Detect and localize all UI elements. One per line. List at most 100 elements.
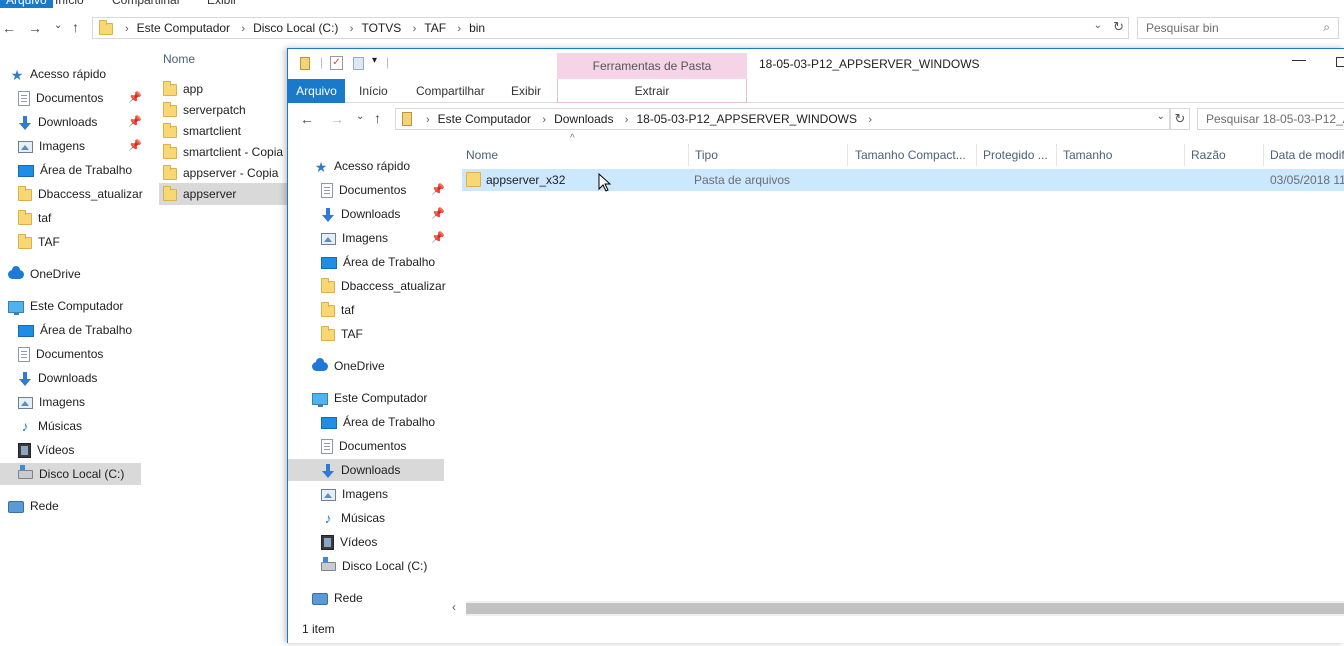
star-icon: ★ xyxy=(10,66,24,83)
nav-onedrive[interactable]: OneDrive xyxy=(312,355,385,377)
properties-icon[interactable]: ✓ xyxy=(330,56,343,70)
bg-file-item[interactable]: appserver - Copia xyxy=(163,162,278,184)
bg-file-item[interactable]: serverpatch xyxy=(163,99,246,121)
bg-file-item[interactable]: smartclient xyxy=(163,120,241,142)
nav-pc-documentos[interactable]: Documentos xyxy=(321,435,406,457)
bg-nav-pc-disk[interactable]: Disco Local (C:) xyxy=(0,463,141,485)
col-header-tamanho-compactado[interactable]: Tamanho Compact... xyxy=(855,144,975,166)
bg-nav-documentos[interactable]: Documentos 📌 xyxy=(18,87,142,109)
refresh-icon[interactable]: ↻ xyxy=(1113,19,1124,35)
tab-extrair[interactable]: Extrair xyxy=(557,79,747,103)
tab-exibir[interactable]: Exibir xyxy=(511,79,541,103)
minimize-icon[interactable]: — xyxy=(1292,51,1306,67)
nav-pc-disk[interactable]: Disco Local (C:) xyxy=(321,555,427,577)
drive-icon xyxy=(18,465,33,480)
nav-pc-musicas[interactable]: ♪ Músicas xyxy=(321,507,386,529)
nav-network[interactable]: Rede xyxy=(312,587,363,609)
desktop-icon xyxy=(18,324,34,337)
crumb[interactable]: Este Computador xyxy=(137,21,230,35)
col-header-razao[interactable]: Razão xyxy=(1191,144,1261,166)
crumb[interactable]: 18-05-03-P12_APPSERVER_WINDOWS xyxy=(636,112,857,126)
nav-area-trabalho[interactable]: Área de Trabalho xyxy=(321,251,435,273)
bg-nav-pc-videos[interactable]: Vídeos xyxy=(18,439,74,461)
new-folder-icon[interactable] xyxy=(353,57,364,70)
crumb[interactable]: bin xyxy=(469,21,485,35)
bg-search-input[interactable]: Pesquisar bin ⌕ xyxy=(1137,17,1339,39)
bg-nav-downloads[interactable]: Downloads 📌 xyxy=(18,111,142,133)
search-input[interactable]: Pesquisar 18-05-03-P12_AP xyxy=(1197,108,1344,130)
nav-pc-imagens[interactable]: Imagens xyxy=(321,483,388,505)
bg-file-item[interactable]: app xyxy=(163,78,203,100)
folder-icon xyxy=(18,209,32,225)
up-icon[interactable]: ↑ xyxy=(374,110,381,126)
bg-nav-pc-downloads[interactable]: Downloads xyxy=(18,367,97,389)
desktop-icon xyxy=(321,416,337,429)
bg-nav-pc-musicas[interactable]: ♪ Músicas xyxy=(18,415,83,437)
col-header-tipo[interactable]: Tipo xyxy=(695,144,845,166)
bg-forward-icon[interactable]: → xyxy=(28,20,42,36)
bg-nav-taf-upper[interactable]: TAF xyxy=(18,231,60,253)
bg-recent-icon[interactable]: ⌄ xyxy=(54,20,62,31)
bg-nav-taf-lower[interactable]: taf xyxy=(18,207,51,229)
chevron-down-icon[interactable]: ▾ xyxy=(372,55,377,66)
bg-nav-quick-access[interactable]: ★ Acesso rápido xyxy=(10,63,106,85)
crumb[interactable]: Downloads xyxy=(554,112,613,126)
nav-pc-downloads[interactable]: Downloads xyxy=(288,459,444,481)
bg-nav-imagens[interactable]: Imagens 📌 xyxy=(18,135,142,157)
col-header-nome[interactable]: Nome xyxy=(466,144,686,166)
bg-col-name[interactable]: Nome xyxy=(163,52,195,66)
crumb[interactable]: Disco Local (C:) xyxy=(253,21,338,35)
forward-icon[interactable]: → xyxy=(330,111,344,127)
bg-nav-dbaccess[interactable]: Dbaccess_atualizar xyxy=(18,183,143,205)
bg-up-icon[interactable]: ↑ xyxy=(72,19,79,35)
download-icon xyxy=(18,371,32,386)
nav-quick-access[interactable]: ★ Acesso rápido xyxy=(314,155,410,177)
crumb[interactable]: TOTVS xyxy=(361,21,401,35)
crumb[interactable]: TAF xyxy=(424,21,446,35)
bg-nav-pc-imagens[interactable]: Imagens xyxy=(18,391,85,413)
tab-arquivo[interactable]: Arquivo xyxy=(288,79,345,103)
col-header-protegido[interactable]: Protegido ... xyxy=(983,144,1055,166)
recent-icon[interactable]: ⌄ xyxy=(356,111,364,122)
refresh-icon[interactable]: ↻ xyxy=(1170,108,1190,130)
nav-taf-upper[interactable]: TAF xyxy=(321,323,363,345)
nav-dbaccess[interactable]: Dbaccess_atualizar xyxy=(321,275,446,297)
tab-inicio[interactable]: Início xyxy=(359,79,388,103)
bg-tab-compartilhar[interactable]: Compartilhar xyxy=(112,0,181,8)
bg-nav-network[interactable]: Rede xyxy=(8,495,59,517)
bg-nav-onedrive[interactable]: OneDrive xyxy=(8,263,81,285)
bg-nav-area-trabalho[interactable]: Área de Trabalho xyxy=(18,159,132,181)
nav-taf-lower[interactable]: taf xyxy=(321,299,354,321)
scroll-left-icon[interactable]: ‹ xyxy=(452,600,456,614)
chevron-down-icon[interactable]: ⌄ xyxy=(1094,20,1102,31)
nav-downloads[interactable]: Downloads 📌 xyxy=(321,203,445,225)
address-bar[interactable]: › Este Computador › Downloads › 18-05-03-P1… xyxy=(395,108,1170,130)
horizontal-scrollbar[interactable] xyxy=(466,601,1344,616)
nav-imagens[interactable]: Imagens 📌 xyxy=(321,227,445,249)
tab-compartilhar[interactable]: Compartilhar xyxy=(416,79,485,103)
nav-pc-videos[interactable]: Vídeos xyxy=(321,531,377,553)
bg-file-item[interactable]: smartclient - Copia xyxy=(163,141,283,163)
col-header-data[interactable]: Data de modif xyxy=(1270,144,1344,166)
maximize-icon[interactable] xyxy=(1336,57,1344,67)
chevron-down-icon[interactable]: ⌄ xyxy=(1157,111,1165,122)
bg-nav-pc-documentos[interactable]: Documentos xyxy=(18,343,103,365)
bg-address-bar[interactable]: › Este Computador › Disco Local (C:) › TOTV… xyxy=(92,17,1129,39)
bg-tab-exibir[interactable]: Exibir xyxy=(207,0,237,8)
crumb[interactable]: Este Computador xyxy=(438,112,531,126)
nav-documentos[interactable]: Documentos 📌 xyxy=(321,179,445,201)
bg-back-icon[interactable]: ← xyxy=(2,20,16,36)
scrollbar-thumb[interactable] xyxy=(466,603,1344,614)
bg-nav-this-pc[interactable]: Este Computador xyxy=(8,295,123,317)
bg-tab-inicio[interactable]: Início xyxy=(55,0,84,8)
bg-tab-arquivo[interactable]: Arquivo xyxy=(0,0,53,8)
col-header-tamanho[interactable]: Tamanho xyxy=(1063,144,1183,166)
computer-icon xyxy=(312,392,328,407)
table-row[interactable]: appserver_x32 Pasta de arquivos 03/05/20… xyxy=(462,169,1344,191)
nav-pc-desktop[interactable]: Área de Trabalho xyxy=(321,411,435,433)
nav-this-pc[interactable]: Este Computador xyxy=(312,387,427,409)
bg-file-item-selected[interactable]: appserver xyxy=(159,183,287,205)
back-icon[interactable]: ← xyxy=(300,111,314,127)
music-icon: ♪ xyxy=(324,510,332,527)
bg-nav-pc-desktop[interactable]: Área de Trabalho xyxy=(18,319,132,341)
